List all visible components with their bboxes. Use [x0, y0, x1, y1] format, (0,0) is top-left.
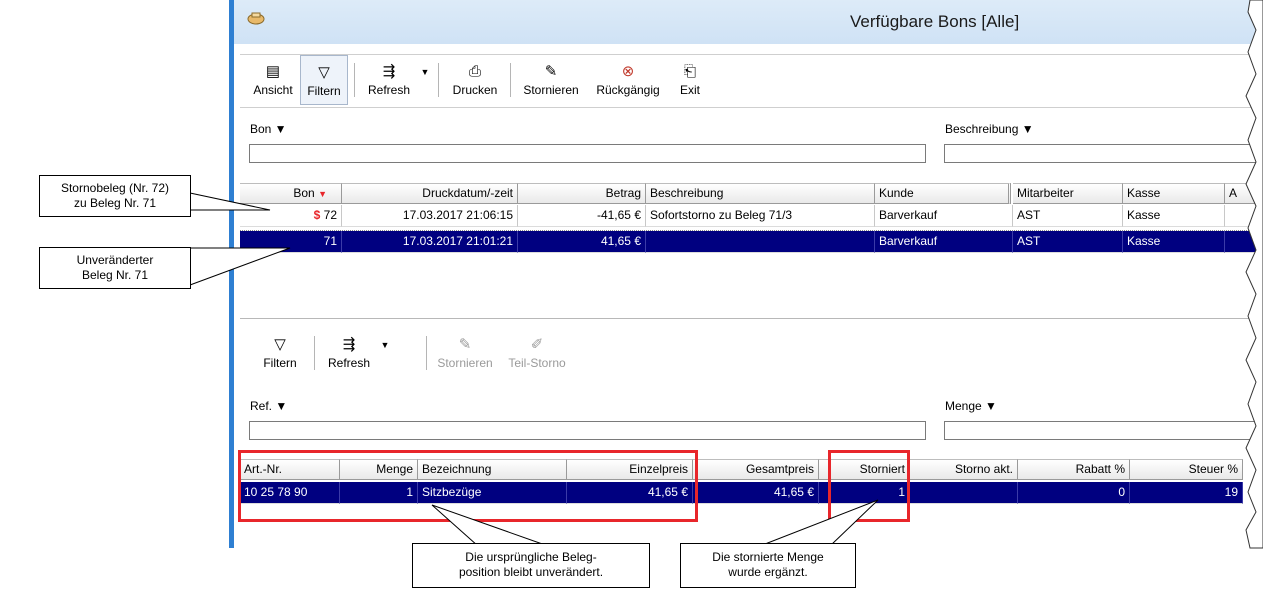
callout-stornobeleg: Stornobeleg (Nr. 72) zu Beleg Nr. 71: [39, 175, 191, 217]
callout-line: wurde ergänzt.: [728, 565, 808, 579]
callout-line: Stornobeleg (Nr. 72): [60, 181, 170, 195]
callout-menge-ergaenzt: Die stornierte Menge wurde ergänzt.: [680, 543, 856, 588]
callout-line: Die ursprüngliche Beleg-: [465, 550, 597, 564]
torn-edge-and-leaders: [189, 0, 1263, 549]
callout-unveraendert: Unveränderter Beleg Nr. 71: [39, 247, 191, 289]
callout-line: Beleg Nr. 71: [81, 268, 149, 282]
callout-position-unveraendert: Die ursprüngliche Beleg- position bleibt…: [412, 543, 650, 588]
callout-line: Unveränderter: [76, 253, 154, 267]
callout-line: position bleibt unverändert.: [458, 565, 604, 579]
callout-line: Die stornierte Menge: [712, 550, 824, 564]
callout-line: zu Beleg Nr. 71: [73, 196, 157, 210]
